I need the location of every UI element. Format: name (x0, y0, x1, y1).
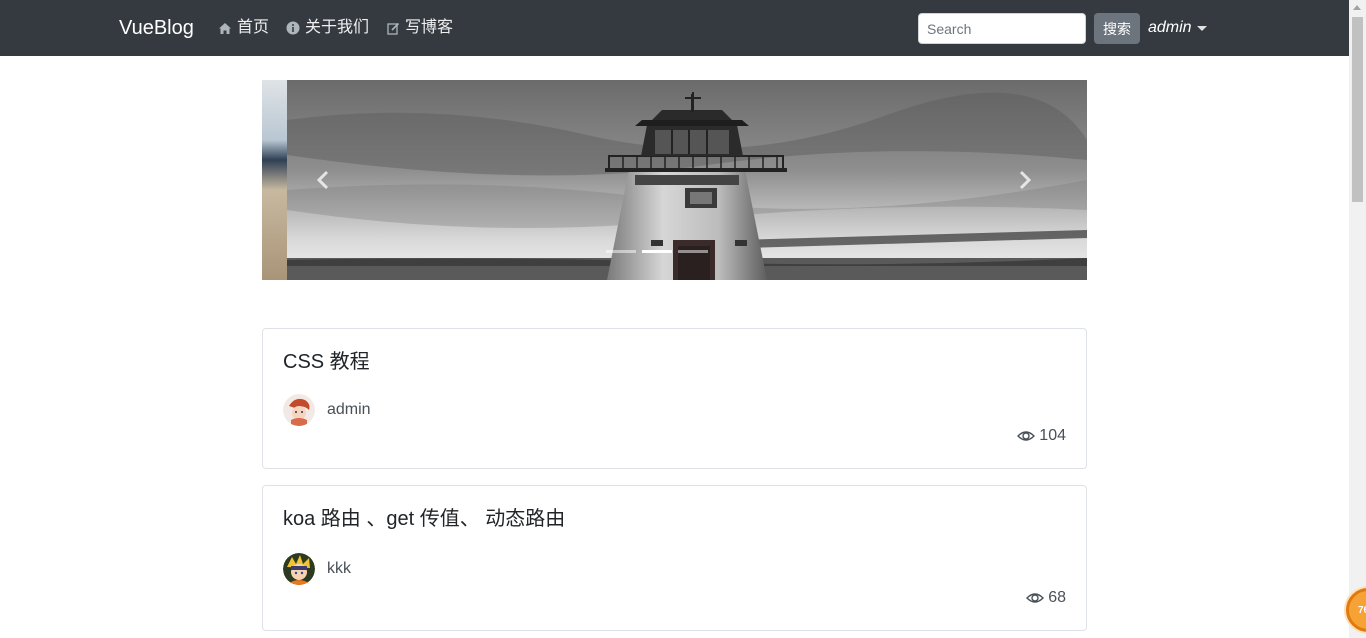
post-card[interactable]: koa 路由 、get 传值、 动态路由 kkk 68 (262, 485, 1087, 631)
nav-write-link[interactable]: 写博客 (387, 18, 453, 38)
view-count-value: 68 (1048, 589, 1066, 606)
carousel-indicator[interactable] (678, 250, 708, 253)
eye-icon (1026, 593, 1045, 603)
scroll-thumb[interactable] (1352, 17, 1363, 202)
nav-about-label: 关于我们 (305, 19, 370, 36)
nav-home-link[interactable]: 首页 (218, 18, 269, 38)
user-dropdown[interactable]: admin (1148, 18, 1207, 38)
scroll-up-icon[interactable] (1353, 5, 1361, 10)
carousel-indicator-active[interactable] (642, 250, 672, 253)
caret-down-icon (1196, 25, 1207, 31)
nav-about-link[interactable]: 关于我们 (286, 18, 369, 38)
info-icon (286, 21, 300, 35)
chevron-left-icon[interactable] (312, 168, 336, 192)
view-count: 104 (1017, 426, 1066, 446)
eye-icon (1017, 431, 1036, 441)
carousel-indicator[interactable] (606, 250, 636, 253)
nav-write-label: 写博客 (405, 19, 454, 36)
search-input[interactable] (918, 13, 1086, 44)
page-scrollbar[interactable] (1349, 0, 1366, 638)
search-button[interactable]: 搜索 (1094, 13, 1140, 44)
post-title[interactable]: koa 路由 、get 传值、 动态路由 (283, 507, 565, 531)
post-author[interactable]: admin (327, 400, 371, 420)
view-count-value: 104 (1039, 427, 1066, 444)
post-author[interactable]: kkk (327, 559, 351, 579)
edit-icon (387, 22, 400, 35)
home-icon (219, 22, 231, 34)
post-title[interactable]: CSS 教程 (283, 350, 370, 374)
author-avatar (283, 394, 315, 426)
view-count: 68 (1026, 588, 1066, 608)
top-navbar: VueBlog 首页 关于我们 写博客 搜索 admin (0, 0, 1349, 56)
post-card[interactable]: CSS 教程 admin 104 (262, 328, 1087, 469)
nav-home-label: 首页 (237, 19, 270, 36)
chevron-right-icon[interactable] (1012, 168, 1036, 192)
carousel-slide-peek (262, 80, 287, 280)
carousel-indicators (606, 250, 708, 253)
author-avatar (283, 553, 315, 585)
image-carousel (262, 80, 1087, 280)
floating-widget-label: 76 (1358, 605, 1366, 616)
user-name: admin (1148, 19, 1192, 36)
brand-logo[interactable]: VueBlog (119, 16, 194, 40)
